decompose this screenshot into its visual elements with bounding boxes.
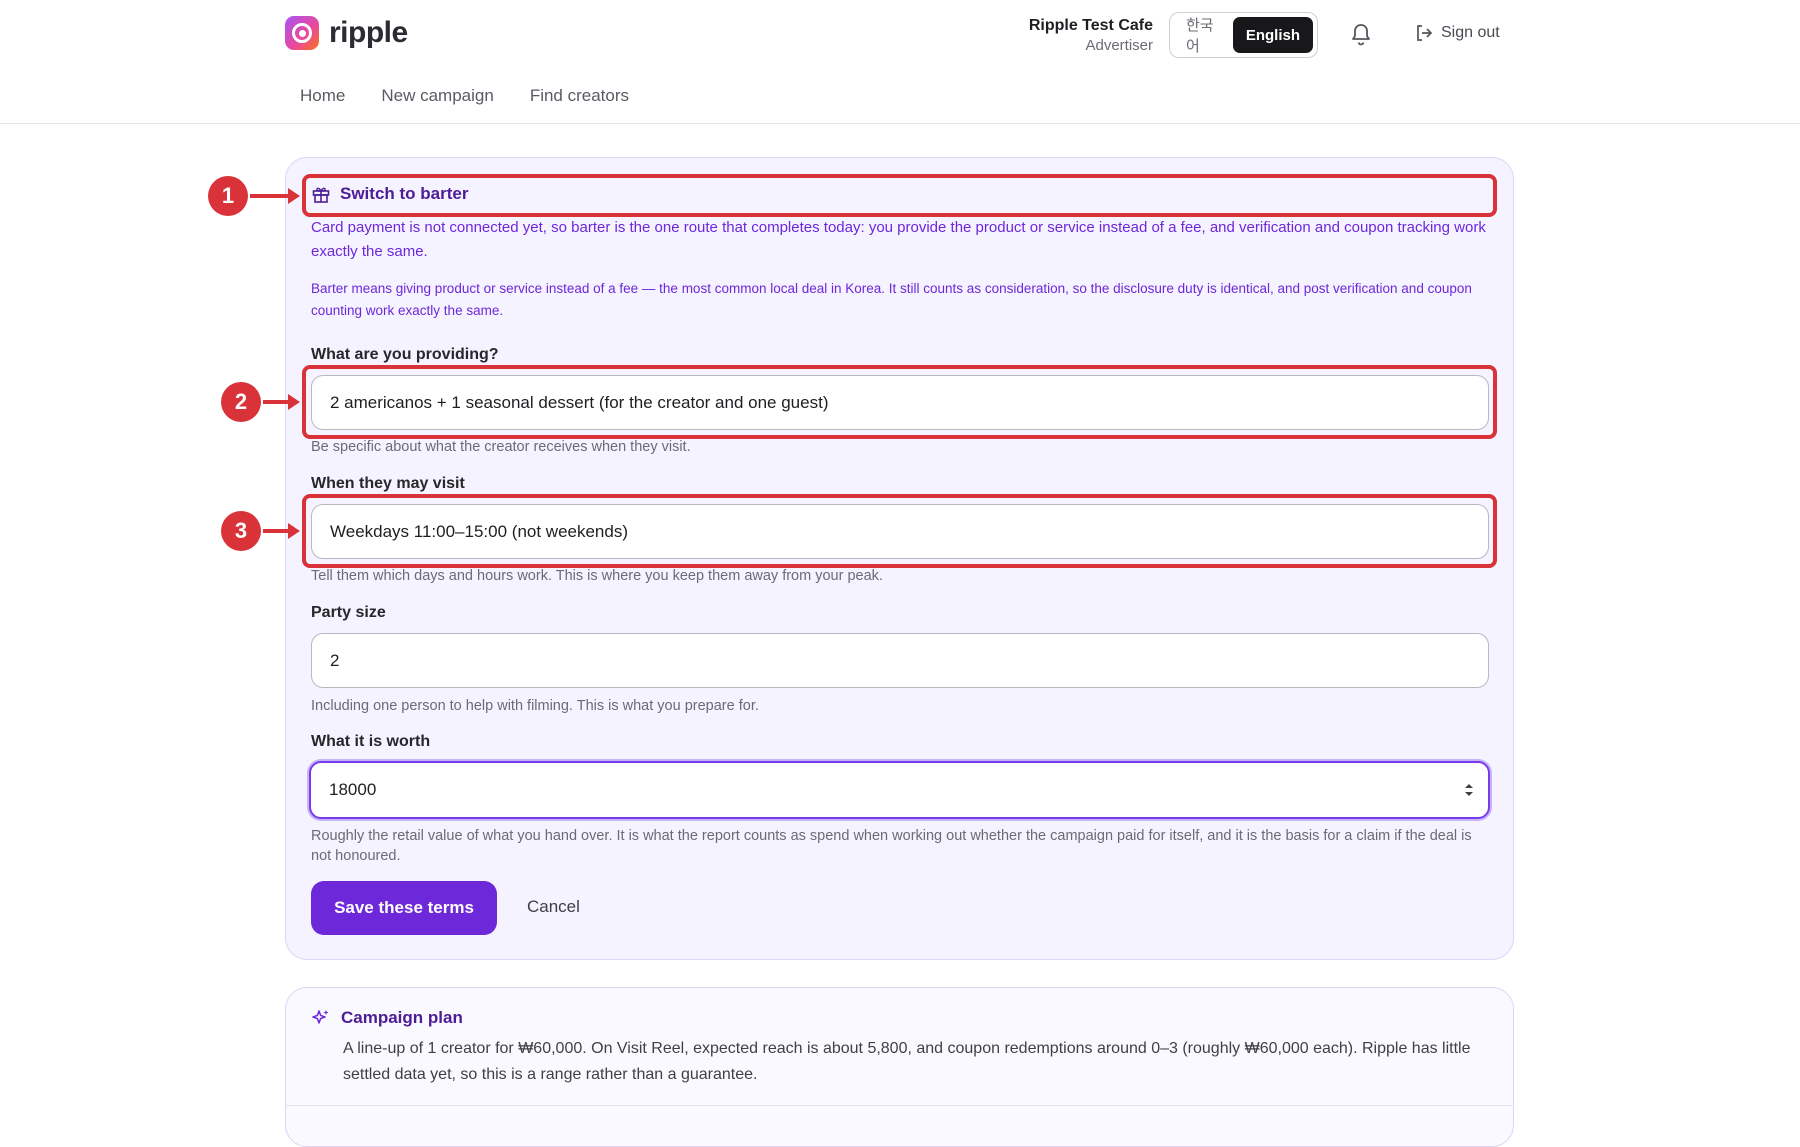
highlight-box-1 bbox=[302, 174, 1497, 217]
number-stepper[interactable] bbox=[1464, 783, 1474, 797]
plan-heading: Campaign plan bbox=[311, 1008, 463, 1028]
sign-out-icon bbox=[1417, 25, 1433, 41]
annotation-arrow-2 bbox=[263, 394, 300, 410]
save-terms-button[interactable]: Save these terms bbox=[311, 881, 497, 935]
account-name: Ripple Test Cafe bbox=[1028, 17, 1153, 34]
highlight-box-2 bbox=[302, 365, 1497, 439]
sign-out-label: Sign out bbox=[1441, 24, 1500, 41]
annotation-badge-1: 1 bbox=[208, 176, 248, 216]
brand-name: ripple bbox=[329, 16, 408, 49]
nav-new-campaign[interactable]: New campaign bbox=[381, 86, 493, 106]
visit-time-help: Tell them which days and hours work. Thi… bbox=[311, 568, 883, 584]
account-info: Ripple Test Cafe Advertiser bbox=[1029, 17, 1153, 54]
sparkle-icon bbox=[312, 1010, 329, 1024]
ripple-logo-icon bbox=[285, 16, 319, 50]
logo[interactable]: ripple bbox=[285, 16, 408, 50]
nav-find-creators[interactable]: Find creators bbox=[530, 86, 629, 106]
worth-value: 18000 bbox=[329, 780, 377, 799]
nav-home[interactable]: Home bbox=[300, 86, 345, 106]
worth-help: Roughly the retail value of what you han… bbox=[311, 828, 1472, 864]
barter-note-payment: Card payment is not connected yet, so ba… bbox=[311, 219, 1486, 260]
annotation-badge-2: 2 bbox=[221, 382, 261, 422]
top-bar: ripple Home New campaign Find creators R… bbox=[0, 0, 1800, 124]
stepper-up-icon[interactable] bbox=[1464, 783, 1474, 789]
barter-note-explainer: Barter means giving product or service i… bbox=[311, 281, 1472, 318]
stepper-down-icon[interactable] bbox=[1464, 791, 1474, 797]
party-size-value: 2 bbox=[330, 650, 340, 670]
cancel-button[interactable]: Cancel bbox=[527, 897, 580, 917]
annotation-arrow-1 bbox=[250, 188, 300, 204]
party-size-input[interactable]: 2 bbox=[311, 633, 1489, 688]
visit-time-label: When they may visit bbox=[311, 475, 465, 492]
sign-out-button[interactable]: Sign out bbox=[1415, 24, 1500, 42]
language-switch: 한국어 English bbox=[1169, 12, 1318, 58]
plan-divider bbox=[286, 1105, 1513, 1106]
main-nav: Home New campaign Find creators bbox=[300, 86, 629, 106]
highlight-box-3 bbox=[302, 494, 1497, 568]
lang-korean[interactable]: 한국어 bbox=[1174, 17, 1231, 55]
providing-help: Be specific about what the creator recei… bbox=[311, 439, 691, 455]
annotation-badge-3: 3 bbox=[221, 511, 261, 551]
providing-label: What are you providing? bbox=[311, 346, 499, 363]
annotation-arrow-3 bbox=[263, 523, 300, 539]
account-role: Advertiser bbox=[1085, 37, 1153, 54]
party-size-help: Including one person to help with filmin… bbox=[311, 698, 759, 714]
bell-icon[interactable] bbox=[1350, 23, 1372, 47]
worth-label: What it is worth bbox=[311, 733, 431, 750]
plan-title: Campaign plan bbox=[341, 1008, 463, 1027]
plan-text: A line-up of 1 creator for ₩60,000. On V… bbox=[343, 1040, 1471, 1083]
party-size-label: Party size bbox=[311, 604, 386, 621]
worth-input[interactable]: 18000 bbox=[309, 761, 1490, 819]
lang-english[interactable]: English bbox=[1232, 17, 1313, 53]
